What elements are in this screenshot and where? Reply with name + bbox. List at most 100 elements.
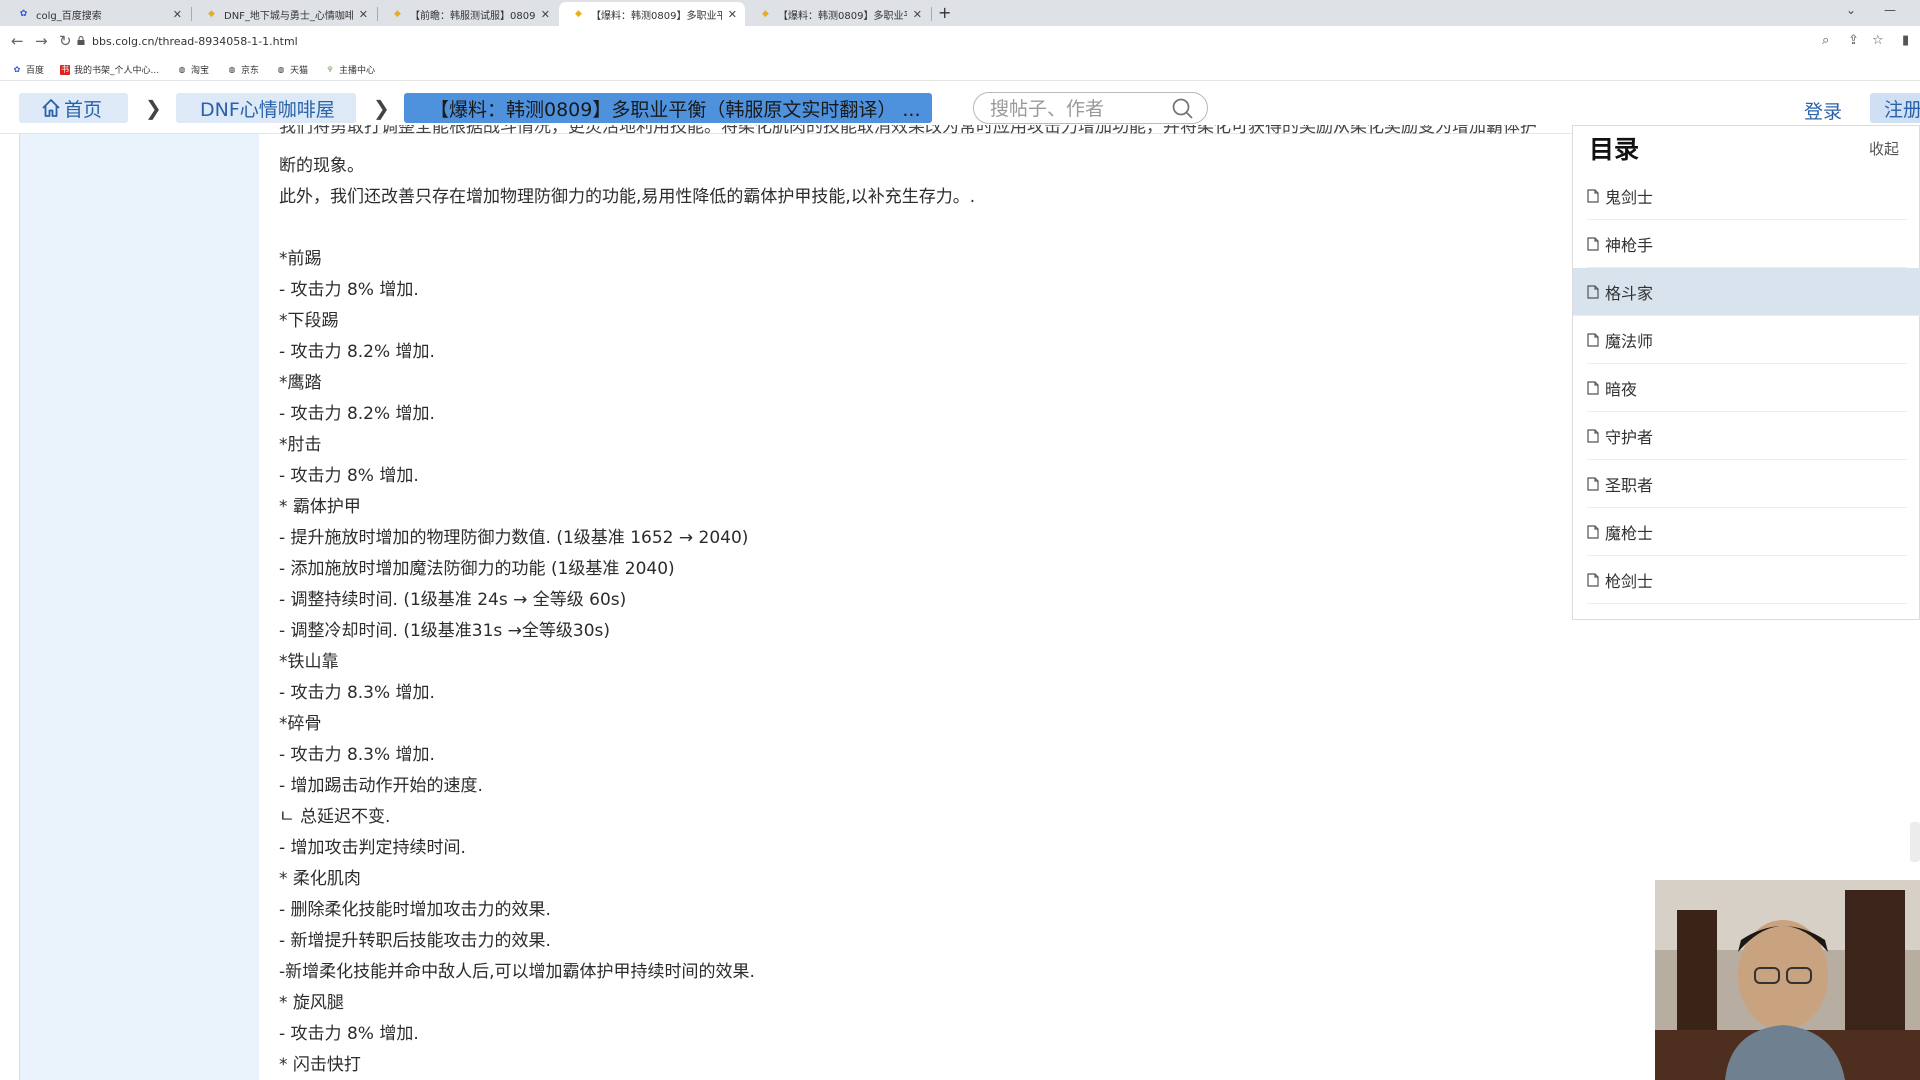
breadcrumb-home[interactable]: 首页 — [19, 93, 128, 123]
new-tab-icon[interactable]: + — [938, 3, 951, 22]
globe-icon: ◍ — [228, 65, 236, 74]
search-input[interactable] — [988, 97, 1162, 121]
tab-label: colg_百度搜索 — [36, 10, 102, 22]
bookmark-label: 主播中心 — [339, 66, 376, 76]
scrollbar-thumb[interactable] — [1910, 822, 1920, 862]
close-icon[interactable]: ✕ — [541, 8, 550, 21]
baidu-icon: ✿ — [19, 9, 28, 19]
zoom-icon[interactable]: ⌕ — [1822, 33, 1829, 48]
baidu-icon: ✿ — [13, 65, 21, 74]
bookmarks-bar: ✿ 百度 书 我的书架_个人中心... ◍ 淘宝 ◍ 京东 ◍ 天猫 ♆ 主播中… — [0, 58, 1920, 81]
toc-item[interactable]: 鬼剑士 — [1587, 172, 1907, 220]
register-label: 注册 — [1884, 98, 1920, 121]
toc-item-label: 守护者 — [1605, 427, 1654, 447]
document-icon — [1587, 188, 1599, 203]
post-line: *鹰踏 — [279, 373, 322, 393]
document-icon — [1587, 284, 1599, 299]
document-icon — [1587, 476, 1599, 491]
bookmark-baidu[interactable]: ✿ 百度 — [12, 63, 44, 76]
bookmark-bookshelf[interactable]: 书 我的书架_个人中心... — [60, 63, 159, 76]
webcam-video — [1655, 880, 1920, 1080]
post-line: - 攻击力 8% 增加. — [279, 1024, 419, 1044]
browser-tab[interactable]: ◆ DNF_地下城与勇士_心情咖啡屋 ✕ — [192, 2, 376, 26]
search-icon[interactable] — [1171, 97, 1193, 119]
post-line: * 闪击快打 — [279, 1055, 361, 1075]
toc-item[interactable]: 魔法师 — [1587, 316, 1907, 364]
toc-item[interactable]: 枪剑士 — [1587, 556, 1907, 604]
bookmark-label: 我的书架_个人中心... — [74, 66, 160, 76]
toc-item-label: 鬼剑士 — [1605, 187, 1654, 207]
toc-collapse-button[interactable]: 收起 — [1869, 138, 1899, 159]
post-line: *下段踢 — [279, 311, 339, 331]
toc-item-label: 枪剑士 — [1605, 571, 1654, 591]
tab-label: 【爆料：韩测0809】多职业平衡 — [778, 10, 907, 22]
browser-tab[interactable]: ✿ colg_百度搜索 ✕ — [4, 2, 190, 26]
breadcrumb-thread[interactable]: 【爆料：韩测0809】多职业平衡（韩服原文实时翻译） ... — [404, 93, 932, 123]
bookmark-jd[interactable]: ◍ 京东 — [227, 63, 260, 76]
close-icon[interactable]: ✕ — [913, 8, 922, 21]
toc-item[interactable]: 魔枪士 — [1587, 508, 1907, 556]
minimize-icon[interactable]: — — [1884, 3, 1896, 17]
breadcrumb-forum[interactable]: DNF心情咖啡屋 — [176, 93, 356, 123]
toc-item[interactable]: 格斗家 — [1573, 268, 1920, 316]
post-line: - 调整持续时间. (1级基准 24s → 全等级 60s) — [279, 590, 627, 610]
colg-icon: ◆ — [762, 9, 769, 19]
document-icon — [1587, 428, 1599, 443]
bookmark-label: 淘宝 — [191, 66, 210, 76]
document-icon — [1587, 380, 1599, 395]
document-icon — [1587, 236, 1599, 251]
toc-panel: 目录 收起 鬼剑士 神枪手 格斗家 魔法师 暗夜 守护者 圣职者 魔枪士 枪剑士 — [1572, 125, 1920, 620]
browser-tab[interactable]: ◆ 【爆料：韩测0809】多职业平衡 ✕ — [746, 2, 930, 26]
post-line: - 攻击力 8.2% 增加. — [279, 342, 435, 362]
post-line: - 增加踢击动作开始的速度. — [279, 776, 483, 796]
colg-icon: ◆ — [208, 9, 215, 19]
sidebar-toggle-icon[interactable]: ▮ — [1902, 33, 1909, 48]
post-line — [279, 213, 975, 244]
search-box — [973, 92, 1208, 124]
anchor-icon: ♆ — [326, 65, 334, 74]
bookmark-label: 百度 — [26, 66, 45, 76]
left-sidebar — [19, 134, 259, 1080]
close-icon[interactable]: ✕ — [173, 8, 182, 21]
browser-tab-active[interactable]: ◆ 【爆料：韩测0809】多职业平衡 ✕ — [559, 2, 745, 26]
bookmark-taobao[interactable]: ◍ 淘宝 — [177, 63, 210, 76]
toc-item-label: 圣职者 — [1605, 475, 1654, 495]
bookmark-star-icon[interactable]: ☆ — [1872, 33, 1884, 48]
toc-item[interactable]: 守护者 — [1587, 412, 1907, 460]
post-line: - 删除柔化技能时增加攻击力的效果. — [279, 900, 551, 920]
bookmark-tmall[interactable]: ◍ 天猫 — [276, 63, 309, 76]
toc-item-label: 神枪手 — [1605, 235, 1654, 255]
close-icon[interactable]: ✕ — [359, 8, 368, 21]
bookmark-anchor-center[interactable]: ♆ 主播中心 — [325, 63, 375, 76]
browser-tab[interactable]: ◆ 【前瞻：韩服测试服】0809更新 ✕ — [378, 2, 558, 26]
post-line: *碎骨 — [279, 714, 322, 734]
toc-item[interactable]: 神枪手 — [1587, 220, 1907, 268]
post-line: * 柔化肌肉 — [279, 869, 361, 889]
toc-item[interactable]: 暗夜 — [1587, 364, 1907, 412]
post-line: * 霸体护甲 — [279, 497, 361, 517]
breadcrumb-thread-label: 【爆料：韩测0809】多职业平衡（韩服原文实时翻译） ... — [430, 98, 921, 121]
globe-icon: ◍ — [178, 65, 186, 74]
post-lines: 断的现象。 此外，我们还改善只存在增加物理防御力的功能,易用性降低的霸体护甲技能,… — [279, 151, 975, 1080]
url-input[interactable]: bbs.colg.cn/thread-8934058-1-1.html — [92, 35, 298, 48]
forward-icon[interactable]: → — [35, 32, 48, 50]
post-line: ㄴ 总延迟不变. — [279, 807, 391, 827]
toc-item[interactable]: 圣职者 — [1587, 460, 1907, 508]
share-icon[interactable]: ⇪ — [1848, 33, 1859, 48]
post-line: - 攻击力 8% 增加. — [279, 280, 419, 300]
lock-icon[interactable] — [77, 36, 85, 45]
post-line: - 新增提升转职后技能攻击力的效果. — [279, 931, 551, 951]
document-icon — [1587, 524, 1599, 539]
tab-search-icon[interactable]: ⌄ — [1846, 3, 1856, 17]
toc-item-label: 暗夜 — [1605, 379, 1638, 399]
chevron-right-icon: ❯ — [373, 96, 390, 120]
breadcrumb-forum-label: DNF心情咖啡屋 — [200, 98, 335, 121]
post-line: 断的现象。 — [279, 156, 364, 176]
close-icon[interactable]: ✕ — [728, 8, 737, 21]
back-icon[interactable]: ← — [11, 32, 24, 50]
reload-icon[interactable]: ↻ — [59, 32, 72, 50]
login-link[interactable]: 登录 — [1804, 97, 1842, 124]
register-button[interactable]: 注册 — [1870, 93, 1920, 123]
bookmark-label: 京东 — [241, 66, 260, 76]
colg-icon: ◆ — [575, 9, 582, 19]
